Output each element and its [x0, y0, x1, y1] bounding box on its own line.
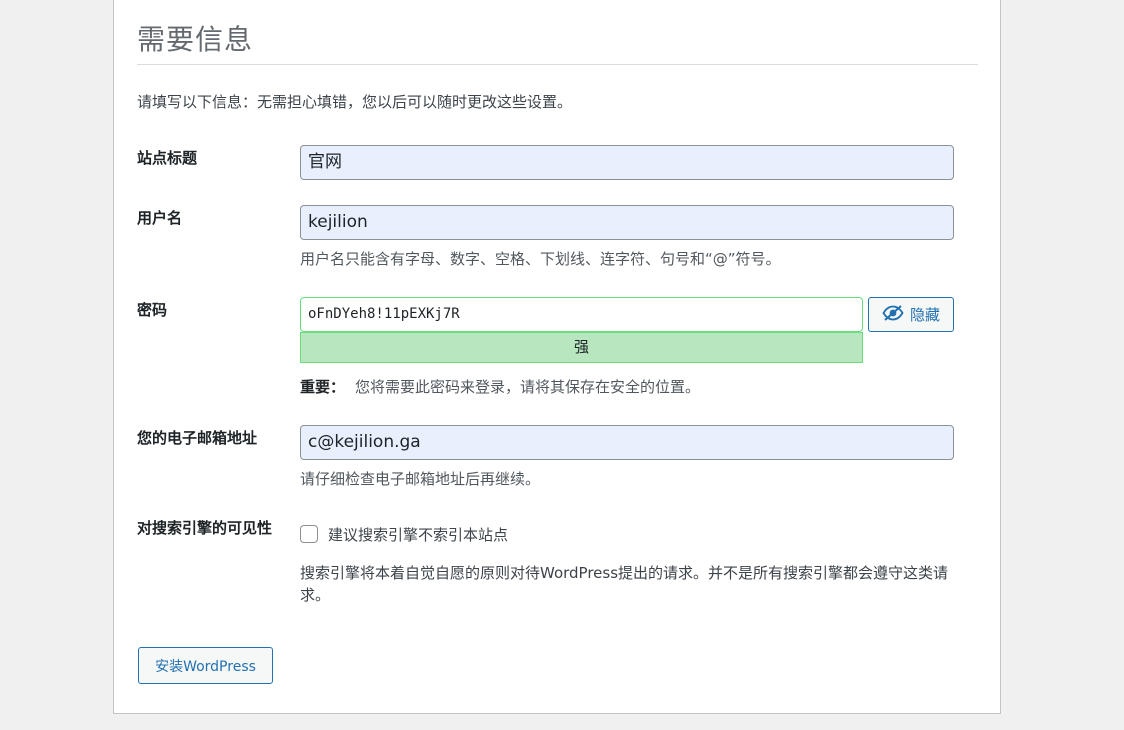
noindex-checkbox-label[interactable]: 建议搜索引擎不索引本站点	[328, 524, 508, 545]
password-label: 密码	[137, 301, 168, 319]
username-label: 用户名	[137, 209, 183, 227]
email-label: 您的电子邮箱地址	[137, 429, 258, 447]
hide-password-label: 隐藏	[909, 306, 940, 324]
important-text: 您将需要此密码来登录，请将其保存在安全的位置。	[355, 378, 701, 396]
password-input[interactable]: oFnDYeh8!11pEXKj7R	[300, 297, 863, 332]
password-strength-meter: 强	[300, 332, 863, 363]
page-title: 需要信息	[137, 23, 254, 56]
important-label: 重要：	[300, 378, 346, 396]
visibility-label: 对搜索引擎的可见性	[137, 519, 273, 537]
eye-slash-icon	[882, 304, 904, 325]
password-important-note: 重要： 您将需要此密码来登录，请将其保存在安全的位置。	[300, 376, 700, 397]
site-title-input[interactable]: 官网	[300, 145, 954, 180]
username-help: 用户名只能含有字母、数字、空格、下划线、连字符、句号和“@”符号。	[300, 250, 781, 268]
email-input[interactable]: c@kejilion.ga	[300, 425, 954, 460]
intro-text: 请填写以下信息：无需担心填错，您以后可以随时更改这些设置。	[137, 93, 573, 111]
email-help: 请仔细检查电子邮箱地址后再继续。	[300, 470, 541, 488]
hide-password-button[interactable]: 隐藏	[868, 297, 954, 332]
noindex-checkbox[interactable]	[300, 525, 318, 543]
site-title-label: 站点标题	[137, 149, 198, 167]
install-wordpress-button[interactable]: 安装WordPress	[138, 647, 273, 684]
username-input[interactable]: kejilion	[300, 205, 954, 240]
visibility-help: 搜索引擎将本着自觉自愿的原则对待WordPress提出的请求。并不是所有搜索引擎…	[300, 564, 949, 604]
title-divider	[137, 64, 978, 65]
